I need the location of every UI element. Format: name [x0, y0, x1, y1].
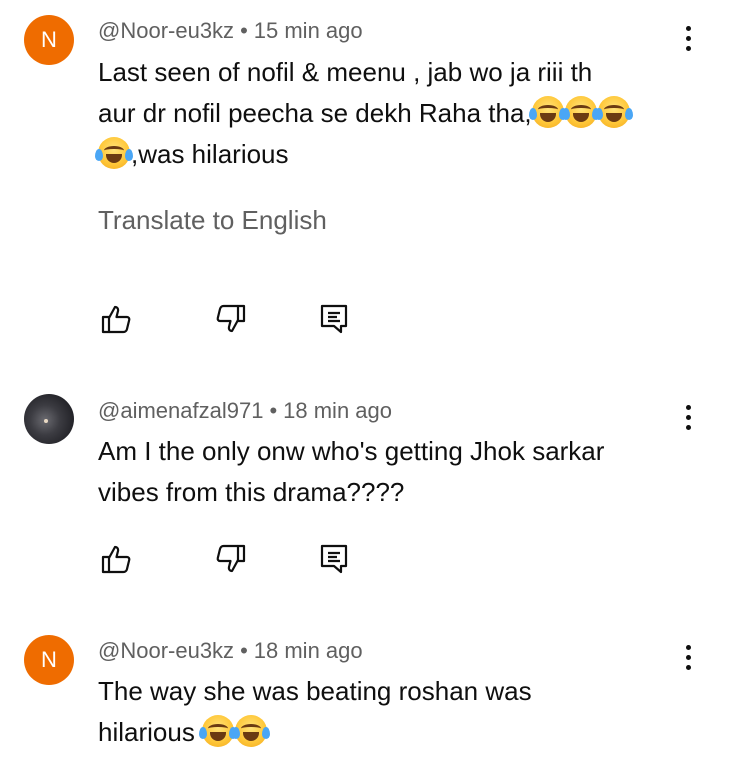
- translate-button[interactable]: Translate to English: [98, 205, 327, 236]
- comment-time: 18 min ago: [253, 638, 363, 663]
- comment-author[interactable]: @Noor-eu3kz: [98, 638, 234, 663]
- face-with-tears-of-joy-icon: [528, 96, 567, 128]
- comment-line-with-emoji: ,was hilarious: [95, 134, 698, 175]
- comment-text: Am I the only onw who's getting Jhok sar…: [98, 431, 698, 513]
- comment-time: 18 min ago: [283, 398, 392, 423]
- face-with-tears-of-joy-icon: [561, 96, 600, 128]
- face-with-tears-of-joy-icon: [199, 715, 238, 747]
- comment-line: vibes from this drama????: [98, 477, 405, 507]
- comment-line-with-emoji: hilarious: [98, 712, 698, 753]
- thumbs-up-icon[interactable]: [100, 303, 132, 335]
- comment-author[interactable]: @aimenafzal971: [98, 398, 263, 423]
- thumbs-down-icon[interactable]: [215, 303, 247, 335]
- meta-separator: •: [240, 18, 248, 43]
- face-with-tears-of-joy-icon: [232, 715, 271, 747]
- comment-line: aur dr nofil peecha se dekh Raha tha,: [98, 98, 532, 128]
- avatar[interactable]: [24, 394, 74, 444]
- comment-text: The way she was beating roshan was hilar…: [98, 671, 698, 753]
- comment-line: Am I the only onw who's getting Jhok sar…: [98, 436, 605, 466]
- meta-separator: •: [269, 398, 278, 423]
- avatar-letter: N: [41, 647, 57, 672]
- avatar[interactable]: N: [24, 15, 74, 65]
- comment-line-with-emoji: aur dr nofil peecha se dekh Raha tha,: [98, 93, 698, 134]
- avatar[interactable]: N: [24, 635, 74, 685]
- comment-line: hilarious: [98, 717, 195, 747]
- reply-icon[interactable]: [318, 543, 350, 575]
- more-vertical-icon[interactable]: [680, 405, 696, 430]
- comment-meta: @Noor-eu3kz • 18 min ago: [98, 638, 363, 664]
- more-vertical-icon[interactable]: [680, 26, 696, 51]
- comment-line: The way she was beating roshan was: [98, 676, 532, 706]
- more-vertical-icon[interactable]: [680, 645, 696, 670]
- comment-author[interactable]: @Noor-eu3kz: [98, 18, 234, 43]
- comment-line: ,was hilarious: [131, 139, 289, 169]
- face-with-tears-of-joy-icon: [594, 96, 633, 128]
- face-with-tears-of-joy-icon: [95, 137, 133, 169]
- comment-meta: @aimenafzal971 • 18 min ago: [98, 398, 392, 424]
- avatar-letter: N: [41, 27, 57, 52]
- thumbs-down-icon[interactable]: [215, 543, 247, 575]
- meta-separator: •: [240, 638, 248, 663]
- thumbs-up-icon[interactable]: [100, 543, 132, 575]
- comment-meta: @Noor-eu3kz • 15 min ago: [98, 18, 363, 44]
- comment-text: Last seen of nofil & meenu , jab wo ja r…: [95, 52, 698, 175]
- reply-icon[interactable]: [318, 303, 350, 335]
- comment-time: 15 min ago: [253, 18, 363, 43]
- comment-line: Last seen of nofil & meenu , jab wo ja r…: [98, 57, 593, 87]
